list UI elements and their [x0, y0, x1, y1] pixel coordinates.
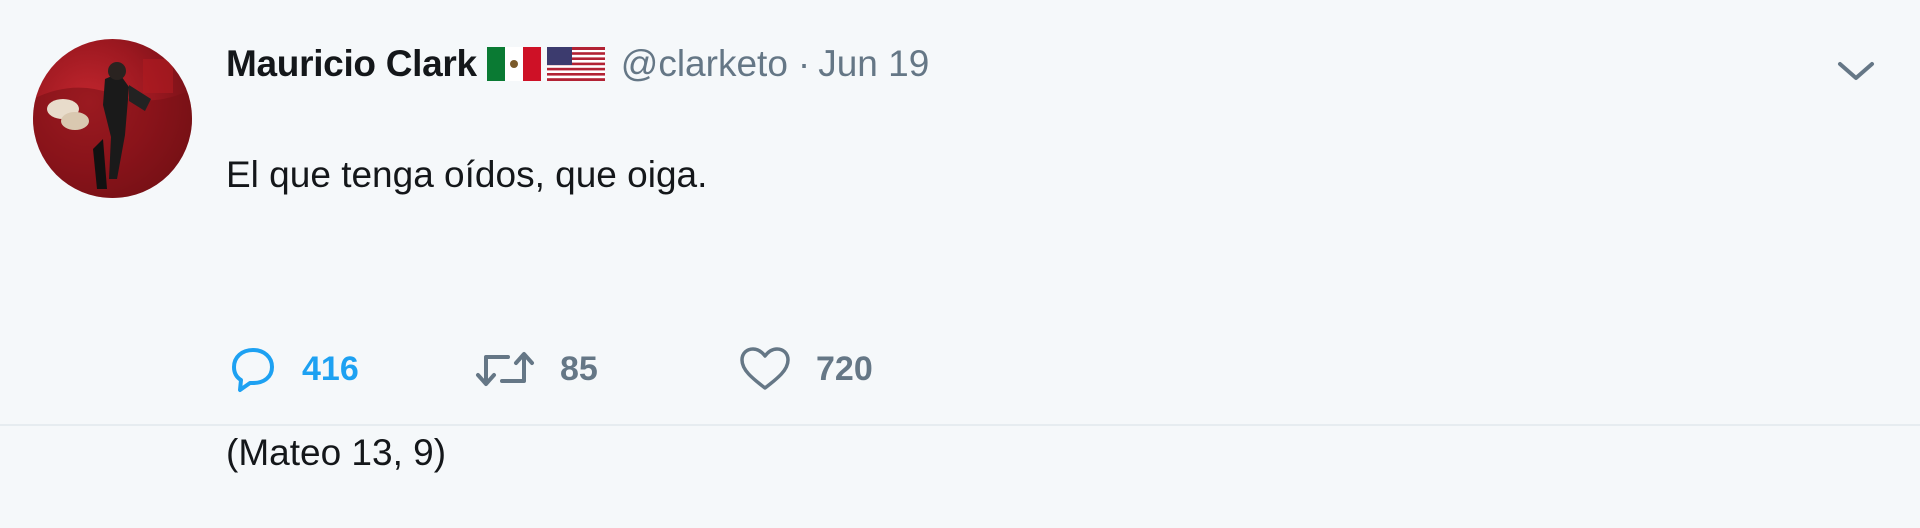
reply-icon [232, 348, 274, 392]
reply-button[interactable]: 416 [226, 345, 474, 393]
tweet-header: Mauricio Clark @clarketo · Jun 19 [226, 36, 1860, 92]
avatar[interactable] [33, 39, 192, 198]
reply-count: 416 [302, 349, 359, 388]
heart-icon [740, 347, 790, 390]
usa-flag-icon [546, 47, 605, 81]
tweet-actions: 416 85 720 [226, 340, 873, 398]
chevron-down-icon[interactable] [1834, 56, 1878, 86]
tweet-text: El que tenga oídos, que oiga. (Mateo 13,… [226, 100, 1860, 528]
like-button[interactable]: 720 [738, 346, 873, 392]
tweet-text-line: El que tenga oídos, que oiga. [226, 154, 708, 195]
like-count: 720 [816, 349, 873, 388]
retweet-button[interactable]: 85 [474, 347, 738, 391]
retweet-count: 85 [560, 349, 598, 388]
tweet-text-spacer [226, 250, 1860, 300]
retweet-icon [476, 352, 534, 386]
tweet-date[interactable]: Jun 19 [818, 43, 929, 85]
display-name[interactable]: Mauricio Clark [226, 43, 477, 85]
flag-emojis [486, 47, 605, 81]
mexico-flag-icon [486, 47, 541, 81]
separator-dot: · [797, 43, 811, 84]
tweet-card[interactable]: Mauricio Clark @clarketo · Jun 19 El que… [0, 0, 1920, 473]
user-handle[interactable]: @clarketo [621, 43, 788, 85]
tweet-text-line: (Mateo 13, 9) [226, 432, 447, 473]
